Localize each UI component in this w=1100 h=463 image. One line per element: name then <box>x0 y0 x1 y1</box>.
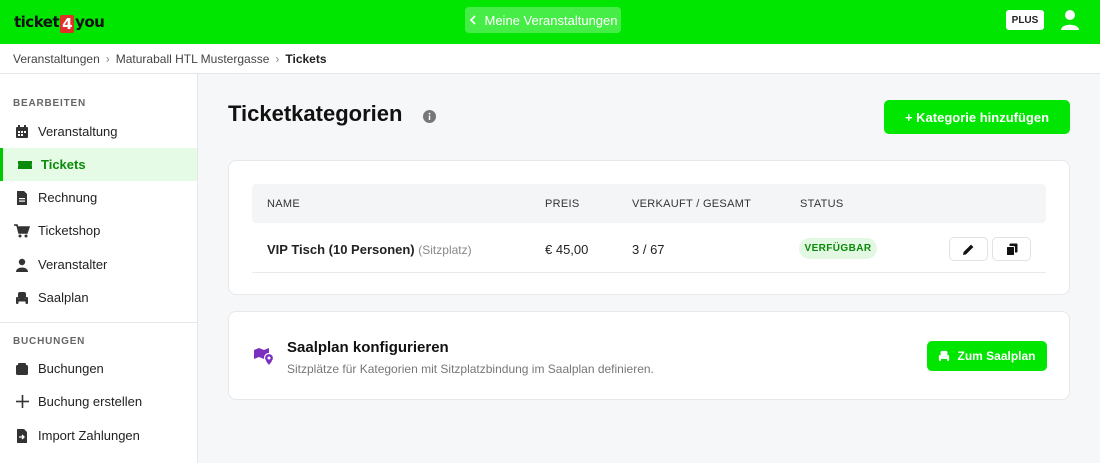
person-icon <box>14 257 30 273</box>
table-row-name-cell: VIP Tisch (10 Personen) (Sitzplatz) <box>267 242 472 257</box>
sidebar-item-buchungen[interactable]: Buchungen <box>0 352 197 385</box>
cart-icon <box>14 223 30 239</box>
breadcrumb: Veranstaltungen › Maturaball HTL Musterg… <box>0 44 1100 74</box>
category-name: VIP Tisch (10 Personen) <box>267 242 415 257</box>
info-icon[interactable] <box>423 110 436 123</box>
folder-icon <box>14 361 30 377</box>
sidebar-item-ticketshop[interactable]: Ticketshop <box>0 214 197 247</box>
saalplan-title: Saalplan konfigurieren <box>287 339 449 356</box>
sidebar-item-label: Buchungen <box>38 361 104 376</box>
column-header-price: PREIS <box>545 198 580 210</box>
breadcrumb-item-events[interactable]: Veranstaltungen <box>13 52 100 66</box>
logo-text-left: ticket <box>14 13 60 31</box>
sidebar-item-label: Saalplan <box>38 290 89 305</box>
sidebar-item-veranstaltung[interactable]: Veranstaltung <box>0 115 197 148</box>
to-saalplan-label: Zum Saalplan <box>957 349 1036 363</box>
logo-text-four: 4 <box>60 15 75 33</box>
sidebar-item-saalplan[interactable]: Saalplan <box>0 281 197 314</box>
saalplan-subtitle: Sitzplätze für Kategorien mit Sitzplatzb… <box>287 362 654 376</box>
ticket-icon <box>17 157 33 173</box>
sidebar: BEARBEITEN Veranstaltung Tickets Rechnun… <box>0 74 198 463</box>
breadcrumb-separator: › <box>275 51 280 66</box>
sidebar-item-label: Veranstalter <box>38 257 108 272</box>
pencil-icon <box>963 244 974 255</box>
user-icon[interactable] <box>1060 9 1080 31</box>
breadcrumb-item-current: Tickets <box>285 51 327 66</box>
map-pin-icon <box>254 348 275 365</box>
category-price: € 45,00 <box>545 242 589 257</box>
document-icon <box>14 190 30 206</box>
sidebar-item-buchung-erstellen[interactable]: Buchung erstellen <box>0 385 197 418</box>
row-divider <box>252 272 1046 273</box>
chevron-left-icon <box>469 15 476 25</box>
sidebar-item-label: Ticketshop <box>38 223 101 238</box>
sidebar-item-veranstalter[interactable]: Veranstalter <box>0 248 197 281</box>
column-header-sold: VERKAUFT / GESAMT <box>632 198 752 210</box>
category-type: (Sitzplatz) <box>418 243 472 257</box>
sidebar-section-edit: BEARBEITEN <box>13 98 87 109</box>
sidebar-section-bookings: BUCHUNGEN <box>13 336 86 347</box>
status-badge: VERFÜGBAR <box>799 238 877 259</box>
page-title: Ticketkategorien <box>228 101 403 126</box>
my-events-label: Meine Veranstaltungen <box>484 12 618 28</box>
logo-text-right: you <box>75 13 105 31</box>
add-category-button[interactable]: + Kategorie hinzufügen <box>884 100 1070 134</box>
sidebar-item-rechnung[interactable]: Rechnung <box>0 181 197 214</box>
chair-icon <box>14 290 30 306</box>
category-sold: 3 / 67 <box>632 242 665 257</box>
copy-icon <box>1005 243 1017 256</box>
my-events-button[interactable]: Meine Veranstaltungen <box>465 7 621 33</box>
chair-icon <box>939 350 950 362</box>
edit-button[interactable] <box>949 237 988 261</box>
breadcrumb-separator: › <box>105 51 110 66</box>
file-import-icon <box>14 428 30 444</box>
sidebar-item-label: Tickets <box>41 157 86 172</box>
plus-badge[interactable]: PLUS <box>1006 10 1044 30</box>
sidebar-item-label: Buchung erstellen <box>38 394 143 409</box>
sidebar-item-tickets[interactable]: Tickets <box>0 148 197 181</box>
sidebar-item-label: Veranstaltung <box>38 124 118 139</box>
plus-icon <box>14 394 30 410</box>
column-header-status: STATUS <box>800 198 844 210</box>
sidebar-item-label: Import Zahlungen <box>38 428 140 443</box>
categories-card <box>228 160 1070 295</box>
calendar-icon <box>14 124 30 140</box>
breadcrumb-item-event[interactable]: Maturaball HTL Mustergasse <box>116 52 270 66</box>
duplicate-button[interactable] <box>992 237 1031 261</box>
column-header-name: NAME <box>267 198 300 210</box>
sidebar-divider <box>0 322 197 323</box>
to-saalplan-button[interactable]: Zum Saalplan <box>927 341 1047 371</box>
top-bar: ticket 4 you Meine Veranstaltungen PLUS <box>0 0 1100 44</box>
logo[interactable]: ticket 4 you <box>14 9 105 35</box>
sidebar-item-label: Rechnung <box>38 190 98 205</box>
sidebar-item-import-zahlungen[interactable]: Import Zahlungen <box>0 419 197 452</box>
